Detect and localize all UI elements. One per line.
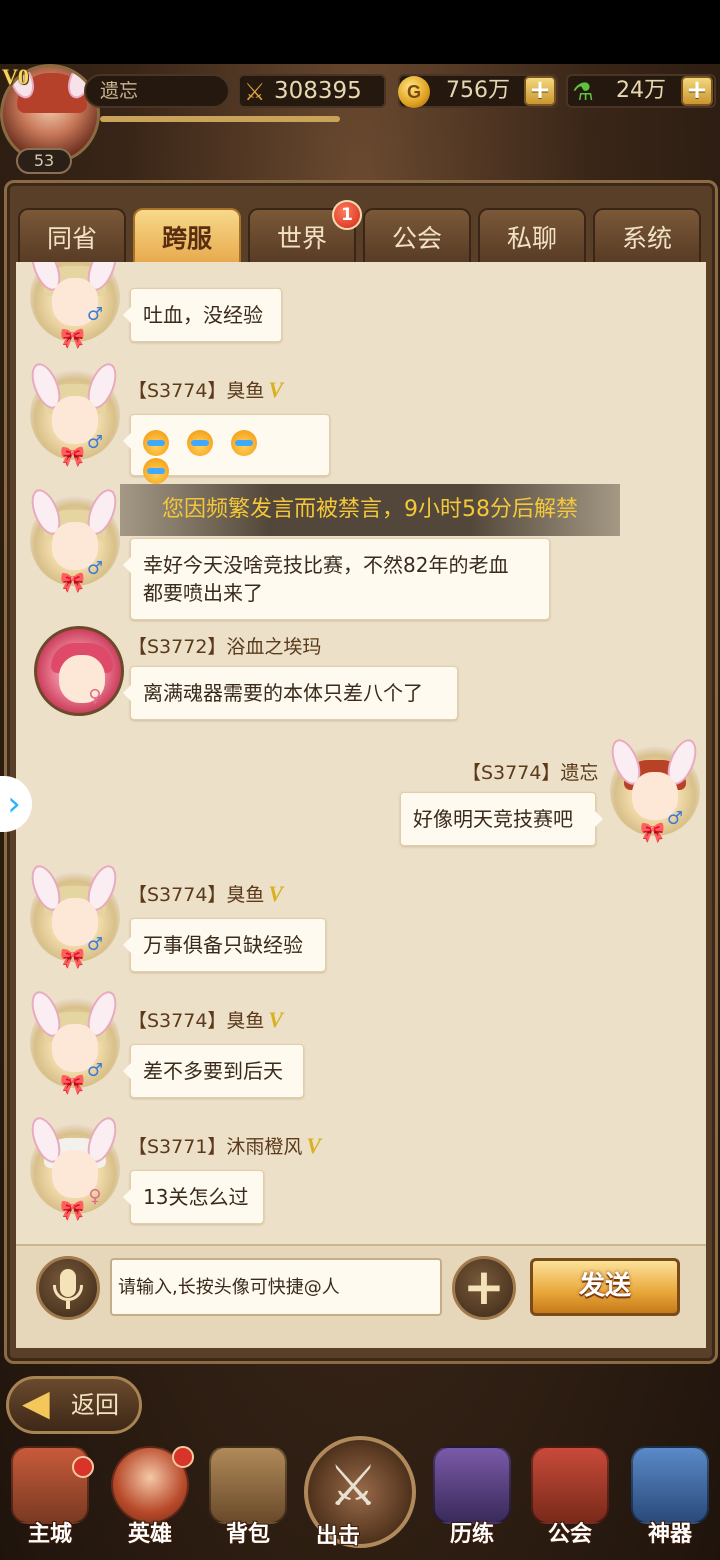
chat-list[interactable]: 🎀 ♂ 吐血，没经验 🎀 ♂ 【S3774】臭鱼 V 🎀 ♂ 幸好今天没啥竞技比赛… bbox=[16, 262, 706, 1244]
sword-icon: ⚔ bbox=[244, 78, 266, 106]
sender-name: 【S3774】臭鱼 V bbox=[128, 1007, 284, 1032]
chat-bubble: 好像明天竞技赛吧 bbox=[400, 792, 603, 846]
tab-province[interactable]: 同省 bbox=[18, 208, 126, 266]
gold-coin-icon: G bbox=[398, 76, 430, 108]
avatar[interactable]: 🎀 bbox=[25, 861, 123, 970]
shield-icon bbox=[531, 1446, 609, 1524]
vip-level: V0 bbox=[2, 64, 29, 89]
male-icon: ♂ bbox=[86, 304, 104, 325]
avatar[interactable]: 🎀 bbox=[25, 987, 123, 1096]
bag-icon bbox=[209, 1446, 287, 1524]
tab-private[interactable]: 私聊 bbox=[478, 208, 586, 266]
crying-emoji-icon bbox=[187, 429, 213, 456]
female-icon: ♀ bbox=[88, 1186, 102, 1207]
avatar[interactable]: 🎀 bbox=[25, 359, 123, 468]
chat-bubble: 吐血，没经验 bbox=[123, 288, 282, 342]
chat-bubble: 万事俱备只缺经验 bbox=[123, 918, 326, 972]
crying-emoji-icon bbox=[143, 429, 169, 456]
avatar[interactable]: 🎀 bbox=[25, 262, 123, 350]
chat-bubble: 幸好今天没啥竞技比赛，不然82年的老血 都要喷出来了 bbox=[123, 538, 550, 620]
sender-name: 【S3774】臭鱼 V bbox=[128, 881, 284, 906]
avatar[interactable]: 🎀 bbox=[25, 485, 123, 594]
add-gold-button[interactable]: + bbox=[524, 76, 556, 106]
emoji-bubble bbox=[123, 414, 330, 484]
notification-badge: 1 bbox=[332, 200, 362, 230]
sender-name: 【S3771】沐雨橙风 V bbox=[128, 1133, 322, 1158]
nav-artifact[interactable]: 神器 bbox=[622, 1446, 718, 1558]
crossed-swords-icon: ⚔ bbox=[328, 1454, 379, 1519]
crying-emoji-icon bbox=[143, 458, 169, 484]
microphone-button[interactable] bbox=[36, 1256, 100, 1320]
arrow-left-icon: ◀ bbox=[22, 1383, 50, 1424]
player-name: 遗忘 bbox=[84, 74, 230, 108]
artifact-icon bbox=[631, 1446, 709, 1524]
mute-notice: 您因频繁发言而被禁言，9小时58分后解禁 bbox=[120, 484, 620, 536]
chat-bubble: 离满魂器需要的本体只差八个了 bbox=[123, 666, 458, 720]
nav-battle[interactable]: ⚔ 出击 bbox=[304, 1436, 416, 1549]
chat-input[interactable] bbox=[110, 1258, 442, 1316]
nav-guild[interactable]: 公会 bbox=[522, 1446, 618, 1558]
nav-bag[interactable]: 背包 bbox=[200, 1446, 296, 1558]
avatar[interactable] bbox=[34, 626, 124, 716]
add-potion-button[interactable]: + bbox=[681, 76, 713, 106]
chat-bubble: 差不多要到后天 bbox=[123, 1044, 304, 1098]
add-button[interactable]: + bbox=[452, 1256, 516, 1320]
sender-name: 【S3772】浴血之埃玛 bbox=[128, 636, 322, 658]
avatar[interactable]: 🎀 bbox=[25, 1113, 123, 1222]
tower-icon bbox=[433, 1446, 511, 1524]
sender-name: 【S3774】臭鱼 V bbox=[128, 377, 284, 402]
xp-bar bbox=[100, 116, 340, 122]
avatar[interactable]: 🎀 bbox=[605, 735, 703, 844]
crying-emoji-icon bbox=[231, 429, 257, 456]
send-button[interactable]: 发送 bbox=[530, 1258, 680, 1316]
male-icon: ♂ bbox=[86, 934, 104, 955]
female-icon: ♀ bbox=[88, 686, 102, 707]
male-icon: ♂ bbox=[86, 1060, 104, 1081]
tab-guild[interactable]: 公会 bbox=[363, 208, 471, 266]
tab-system[interactable]: 系统 bbox=[593, 208, 701, 266]
chat-bubble: 13关怎么过 bbox=[123, 1170, 264, 1224]
player-level: 53 bbox=[16, 148, 72, 174]
nav-training[interactable]: 历练 bbox=[424, 1446, 520, 1558]
notification-dot bbox=[172, 1446, 194, 1468]
tab-cross-server[interactable]: 跨服 bbox=[133, 208, 241, 266]
male-icon: ♂ bbox=[86, 432, 104, 453]
male-icon: ♂ bbox=[666, 808, 684, 829]
notification-dot bbox=[72, 1456, 94, 1478]
male-icon: ♂ bbox=[86, 558, 104, 579]
sender-name: 【S3774】遗忘 bbox=[462, 762, 599, 784]
potion-icon: ⚗ bbox=[572, 78, 594, 106]
